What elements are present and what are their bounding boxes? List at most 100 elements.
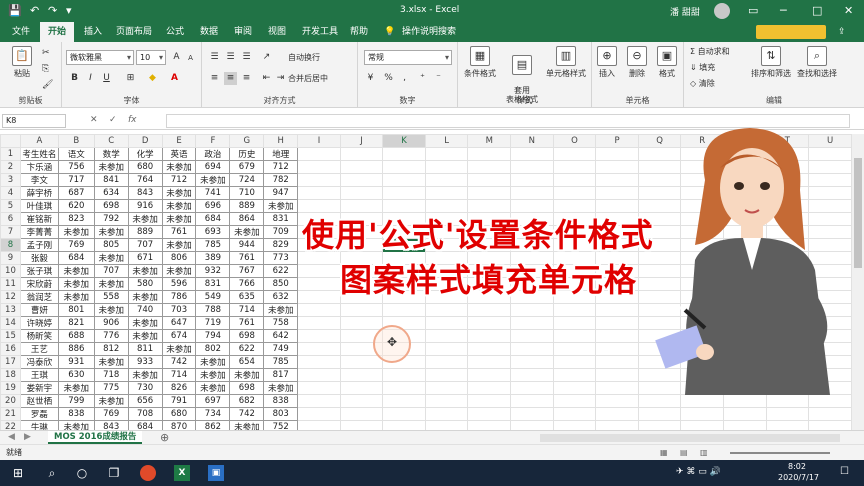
cell[interactable] [297, 316, 341, 330]
cell[interactable]: 714 [229, 303, 265, 317]
paste-button[interactable]: 📋 粘贴 [2, 46, 42, 79]
clear-button[interactable]: ◇ 清除 [690, 78, 715, 89]
row-header[interactable]: 9 [0, 251, 21, 265]
cell[interactable]: 944 [229, 238, 265, 252]
wrap-text-button[interactable]: 自动换行 [288, 52, 320, 63]
percent-button[interactable]: % [382, 72, 395, 85]
next-sheet-icon[interactable]: ▶ [24, 432, 31, 442]
cell[interactable] [595, 368, 639, 382]
cell[interactable] [510, 303, 554, 317]
cell[interactable]: 709 [263, 225, 299, 239]
cell[interactable]: 718 [93, 368, 129, 382]
cell[interactable] [382, 407, 426, 421]
horizontal-scrollbar[interactable] [540, 434, 840, 442]
cell[interactable] [382, 394, 426, 408]
maximize-button[interactable]: □ [812, 4, 822, 17]
align-left-icon[interactable]: ≡ [208, 72, 221, 85]
cell[interactable] [382, 160, 426, 174]
cell[interactable]: 806 [161, 251, 197, 265]
insert-cells-button[interactable]: ⊕ 插入 [592, 46, 622, 79]
cell[interactable]: 地理 [263, 147, 299, 161]
cell[interactable] [467, 342, 512, 356]
cell[interactable]: 805 [93, 238, 129, 252]
cell[interactable] [595, 355, 639, 369]
cell[interactable]: 773 [263, 251, 299, 265]
cell[interactable] [424, 394, 469, 408]
cell[interactable] [595, 160, 639, 174]
scroll-thumb[interactable] [854, 158, 862, 268]
cell[interactable]: 698 [93, 199, 129, 213]
cell[interactable] [297, 303, 341, 317]
cell[interactable] [510, 173, 554, 187]
cell[interactable] [723, 394, 767, 408]
cell[interactable]: 未参加 [161, 212, 197, 226]
cell[interactable]: 769 [93, 407, 129, 421]
cell[interactable]: 684 [57, 251, 95, 265]
cell[interactable]: 931 [57, 355, 95, 369]
cell[interactable] [424, 186, 469, 200]
cell[interactable]: 未参加 [127, 212, 163, 226]
cell[interactable] [552, 407, 597, 421]
borders-icon[interactable]: ⊞ [124, 72, 137, 85]
chrome-icon[interactable] [140, 465, 156, 481]
cell[interactable] [467, 160, 512, 174]
cell[interactable]: 卞乐涵 [19, 160, 59, 174]
column-header[interactable]: H [263, 134, 299, 148]
cell[interactable]: 未参加 [161, 342, 197, 356]
cell[interactable] [339, 160, 384, 174]
cell[interactable] [680, 407, 725, 421]
autosum-button[interactable]: Σ 自动求和 [690, 46, 730, 57]
cell[interactable]: 714 [161, 368, 197, 382]
cell[interactable] [467, 368, 512, 382]
align-center-icon[interactable]: ≡ [224, 72, 237, 85]
cell[interactable] [510, 160, 554, 174]
column-header[interactable]: F [195, 134, 231, 148]
cell[interactable]: 671 [127, 251, 163, 265]
cell[interactable] [339, 355, 384, 369]
conditional-formatting-button[interactable]: ▦ 条件格式 [460, 46, 500, 79]
cell[interactable]: 薛宇桥 [19, 186, 59, 200]
cell[interactable] [510, 420, 554, 430]
cell[interactable] [808, 407, 852, 421]
cell[interactable]: 766 [229, 277, 265, 291]
row-header[interactable]: 14 [0, 316, 21, 330]
cell[interactable] [510, 394, 554, 408]
ribbon-display-icon[interactable]: ▭ [748, 4, 758, 17]
cell[interactable]: 未参加 [93, 303, 129, 317]
cell[interactable]: 牛琳 [19, 420, 59, 430]
cell[interactable]: 未参加 [195, 173, 231, 187]
cell[interactable] [382, 147, 426, 161]
cell[interactable] [595, 394, 639, 408]
cell[interactable] [382, 381, 426, 395]
cell[interactable]: 未参加 [127, 264, 163, 278]
cell[interactable]: 752 [263, 420, 299, 430]
system-tray-icons[interactable]: ✈ ⌘ ▭ 🔊 [676, 467, 721, 477]
cell[interactable] [424, 173, 469, 187]
column-header[interactable]: J [339, 134, 384, 148]
cell[interactable] [297, 368, 341, 382]
cell[interactable]: 812 [93, 342, 129, 356]
cell[interactable] [297, 160, 341, 174]
cell[interactable]: 孟子刚 [19, 238, 59, 252]
cell[interactable]: 742 [161, 355, 197, 369]
zoom-slider[interactable] [730, 452, 830, 454]
cell[interactable] [595, 316, 639, 330]
cell[interactable] [808, 394, 852, 408]
cell[interactable] [297, 173, 341, 187]
cell[interactable]: 未参加 [93, 251, 129, 265]
cell[interactable]: 680 [161, 407, 197, 421]
cell[interactable] [339, 186, 384, 200]
cell[interactable]: 化学 [127, 147, 163, 161]
cell[interactable]: 未参加 [57, 225, 95, 239]
cell[interactable] [510, 381, 554, 395]
cell[interactable]: 未参加 [57, 264, 95, 278]
column-header[interactable]: B [57, 134, 95, 148]
excel-icon[interactable]: X [174, 465, 190, 481]
cell[interactable] [339, 303, 384, 317]
cell[interactable]: 罗磊 [19, 407, 59, 421]
cell[interactable] [637, 420, 682, 430]
cell[interactable]: 841 [93, 173, 129, 187]
cell[interactable]: 630 [57, 368, 95, 382]
format-painter-icon[interactable]: 🖌 [42, 80, 53, 90]
cell[interactable]: 831 [195, 277, 231, 291]
